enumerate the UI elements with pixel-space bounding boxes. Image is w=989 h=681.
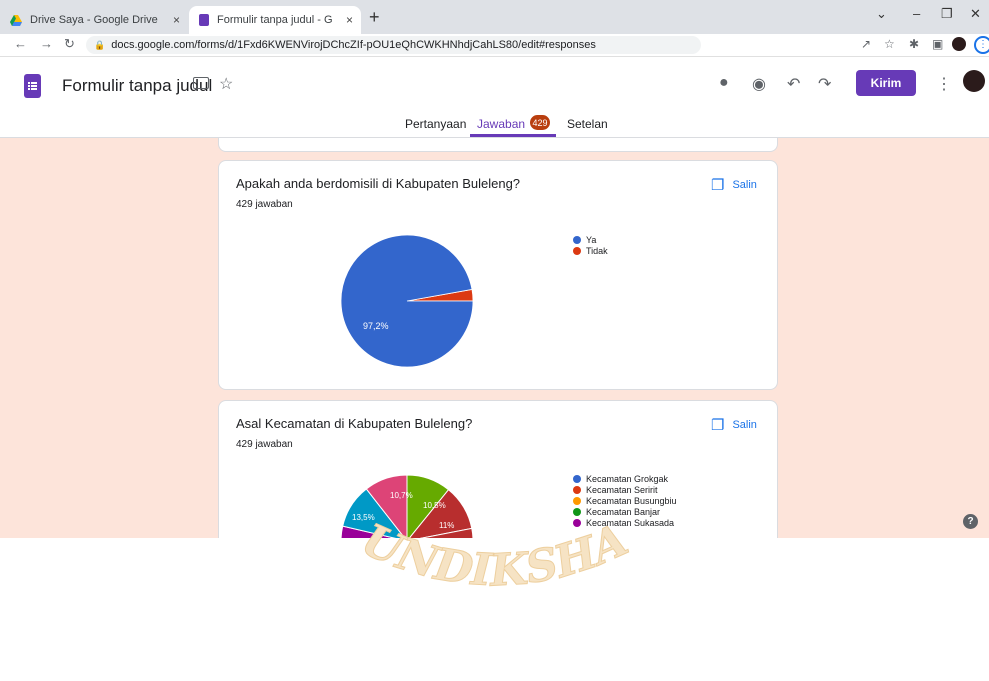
svg-text:UNDIKSHA: UNDIKSHA [354, 520, 635, 597]
tab-pertanyaan[interactable]: Pertanyaan [405, 117, 466, 131]
move-to-folder-icon[interactable] [193, 77, 209, 89]
pie-slice-ya[interactable] [340, 234, 474, 368]
tab-search-icon[interactable]: ⌄ [876, 6, 887, 22]
response-count: 429 jawaban [236, 199, 293, 210]
help-icon[interactable]: ? [963, 514, 978, 529]
undiksha-watermark: UNDIKSHA [354, 520, 636, 597]
bookmark-star-icon[interactable]: ☆ [884, 37, 895, 51]
legend-item[interactable]: Kecamatan Grokgak [573, 473, 677, 484]
profile-avatar-icon[interactable] [952, 37, 966, 51]
slice-label: 97,2% [363, 321, 389, 331]
forward-icon[interactable]: → [40, 36, 53, 51]
responses-content: Apakah anda berdomisili di Kabupaten Bul… [0, 138, 989, 538]
copy-icon: ❐ [711, 177, 725, 194]
send-button[interactable]: Kirim [856, 70, 916, 96]
legend-swatch [573, 485, 581, 494]
avatar[interactable] [963, 70, 985, 92]
pie-chart: 97,2% [340, 234, 474, 368]
extensions-icon[interactable]: ✱ [909, 37, 919, 51]
legend-label: Tidak [586, 245, 608, 256]
slice-label: 10,7% [390, 491, 413, 500]
lock-icon: 🔒 [94, 39, 106, 50]
redo-icon[interactable]: ↷ [818, 74, 831, 94]
legend-swatch [573, 246, 581, 255]
legend-item[interactable]: Kecamatan Busungbiu [573, 495, 677, 506]
star-icon[interactable]: ☆ [219, 74, 233, 94]
close-window-icon[interactable]: ✕ [970, 6, 981, 22]
legend-item[interactable]: Kecamatan Banjar [573, 506, 677, 517]
copy-label: Salin [732, 419, 757, 431]
legend-label: Kecamatan Grokgak [586, 473, 669, 484]
question-card: Asal Kecamatan di Kabupaten Buleleng? 42… [218, 400, 778, 538]
tab-title: Drive Saya - Google Drive [30, 14, 158, 26]
question-title: Asal Kecamatan di Kabupaten Buleleng? [236, 416, 473, 431]
reload-icon[interactable]: ↻ [64, 36, 75, 52]
more-options-icon[interactable]: ⋮ [936, 74, 952, 94]
question-card: Apakah anda berdomisili di Kabupaten Bul… [218, 160, 778, 390]
google-forms-logo-icon[interactable] [24, 74, 41, 98]
responses-count-badge: 429 [530, 115, 550, 130]
active-tab-indicator [470, 134, 556, 137]
back-icon[interactable]: ← [14, 36, 27, 51]
chart-legend: Ya Tidak [573, 234, 608, 256]
copy-label: Salin [732, 179, 757, 191]
legend-swatch [573, 235, 581, 244]
previous-question-card [218, 138, 778, 152]
new-tab-button[interactable]: + [369, 7, 380, 28]
form-title[interactable]: Formulir tanpa judul [62, 76, 212, 96]
tab-drive[interactable]: Drive Saya - Google Drive × [0, 6, 188, 34]
restore-icon[interactable]: ❐ [941, 6, 953, 22]
legend-swatch [573, 507, 581, 516]
menu-icon[interactable]: ⋮ [974, 36, 989, 54]
legend-swatch [573, 496, 581, 505]
copy-chart-button[interactable]: ❐ Salin [711, 416, 757, 434]
google-drive-icon [10, 14, 22, 26]
legend-item[interactable]: Ya [573, 234, 608, 245]
copy-chart-button[interactable]: ❐ Salin [711, 176, 757, 194]
copy-icon: ❐ [711, 417, 725, 434]
url-text: docs.google.com/forms/d/1Fxd6KWENVirojDC… [111, 39, 596, 51]
tab-close-icon[interactable]: × [346, 13, 353, 27]
sidebar-icon[interactable]: ▣ [932, 37, 943, 51]
minimize-icon[interactable]: – [913, 6, 920, 21]
browser-title-bar: Drive Saya - Google Drive × Formulir tan… [0, 0, 989, 34]
legend-item[interactable]: Kecamatan Seririt [573, 484, 677, 495]
undo-icon[interactable]: ↶ [787, 74, 800, 94]
question-title: Apakah anda berdomisili di Kabupaten Bul… [236, 176, 521, 191]
legend-label: Ya [586, 234, 597, 245]
legend-label: Kecamatan Seririt [586, 484, 658, 495]
legend-label: Kecamatan Busungbiu [586, 495, 677, 506]
google-forms-icon [199, 14, 209, 26]
watermark-text: UNDIKSHA [354, 520, 636, 597]
tab-close-icon[interactable]: × [173, 13, 180, 27]
tab-forms[interactable]: Formulir tanpa judul - Google Fo × [189, 6, 361, 34]
response-count: 429 jawaban [236, 439, 293, 450]
share-icon[interactable]: ↗ [861, 37, 871, 51]
slice-label: 10,5% [423, 501, 446, 510]
preview-eye-icon[interactable]: ◉ [752, 74, 766, 94]
tab-title: Formulir tanpa judul - Google Fo [217, 14, 332, 26]
tab-jawaban[interactable]: Jawaban [477, 117, 525, 131]
tab-setelan[interactable]: Setelan [567, 117, 608, 131]
address-bar[interactable]: 🔒 docs.google.com/forms/d/1Fxd6KWENViroj… [86, 36, 701, 54]
customize-theme-icon[interactable]: ● [719, 74, 729, 92]
legend-label: Kecamatan Banjar [586, 506, 661, 517]
legend-item[interactable]: Tidak [573, 245, 608, 256]
legend-swatch [573, 474, 581, 483]
